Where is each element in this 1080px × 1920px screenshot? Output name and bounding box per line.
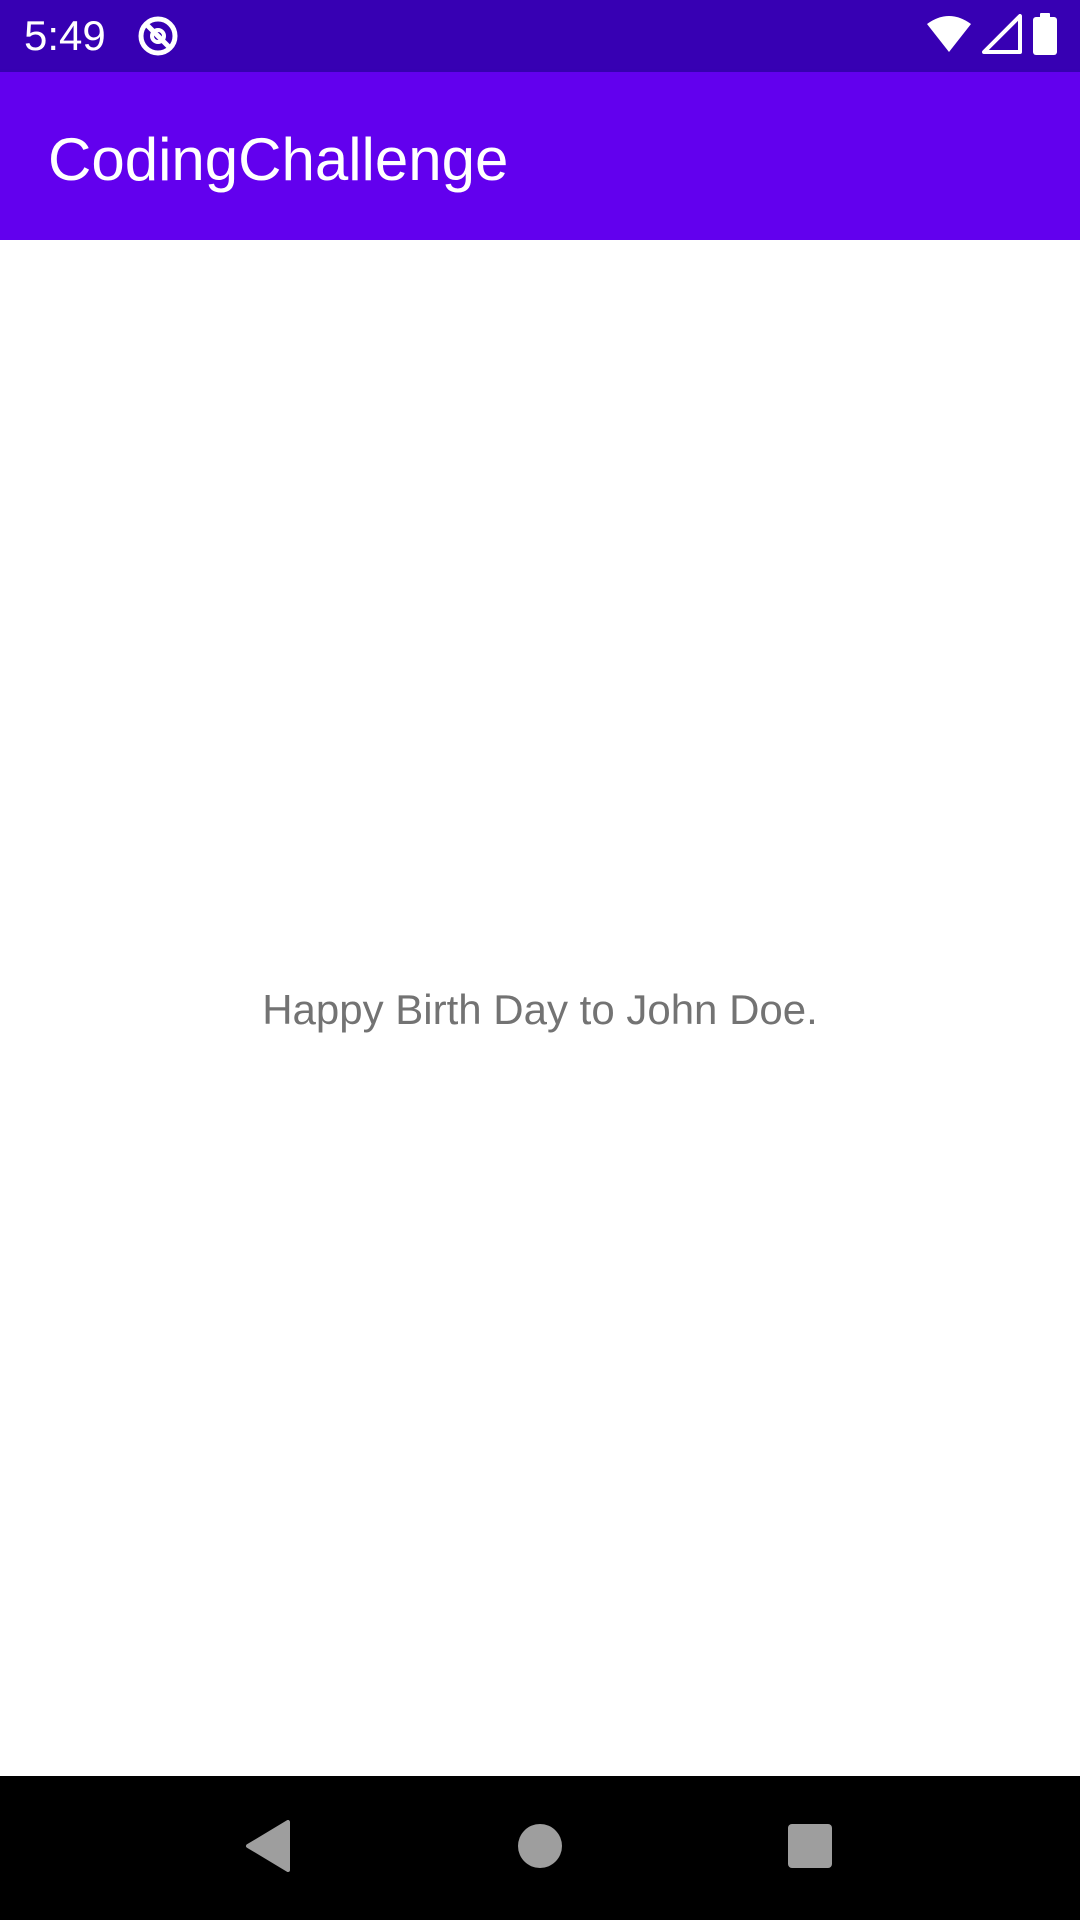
main-content: Happy Birth Day to John Doe.	[0, 240, 1080, 1776]
home-circle-icon	[517, 1823, 563, 1874]
back-triangle-icon	[244, 1819, 292, 1877]
back-button[interactable]	[188, 1776, 348, 1920]
battery-icon	[1032, 12, 1058, 60]
screen: 5:49 CodingChallenge Happy Birth Day to …	[0, 0, 1080, 1920]
recents-button[interactable]	[730, 1776, 890, 1920]
navigation-bar	[0, 1776, 1080, 1920]
circle-slash-icon	[136, 14, 180, 58]
app-title: CodingChallenge	[48, 126, 509, 193]
cell-signal-icon	[982, 13, 1022, 59]
wifi-icon	[926, 14, 972, 59]
app-bar: CodingChallenge	[0, 72, 1080, 240]
status-bar: 5:49	[0, 0, 1080, 72]
status-icons	[926, 12, 1058, 60]
home-button[interactable]	[460, 1776, 620, 1920]
status-time: 5:49	[24, 12, 106, 59]
recents-square-icon	[787, 1823, 833, 1874]
greeting-text: Happy Birth Day to John Doe.	[262, 986, 818, 1033]
